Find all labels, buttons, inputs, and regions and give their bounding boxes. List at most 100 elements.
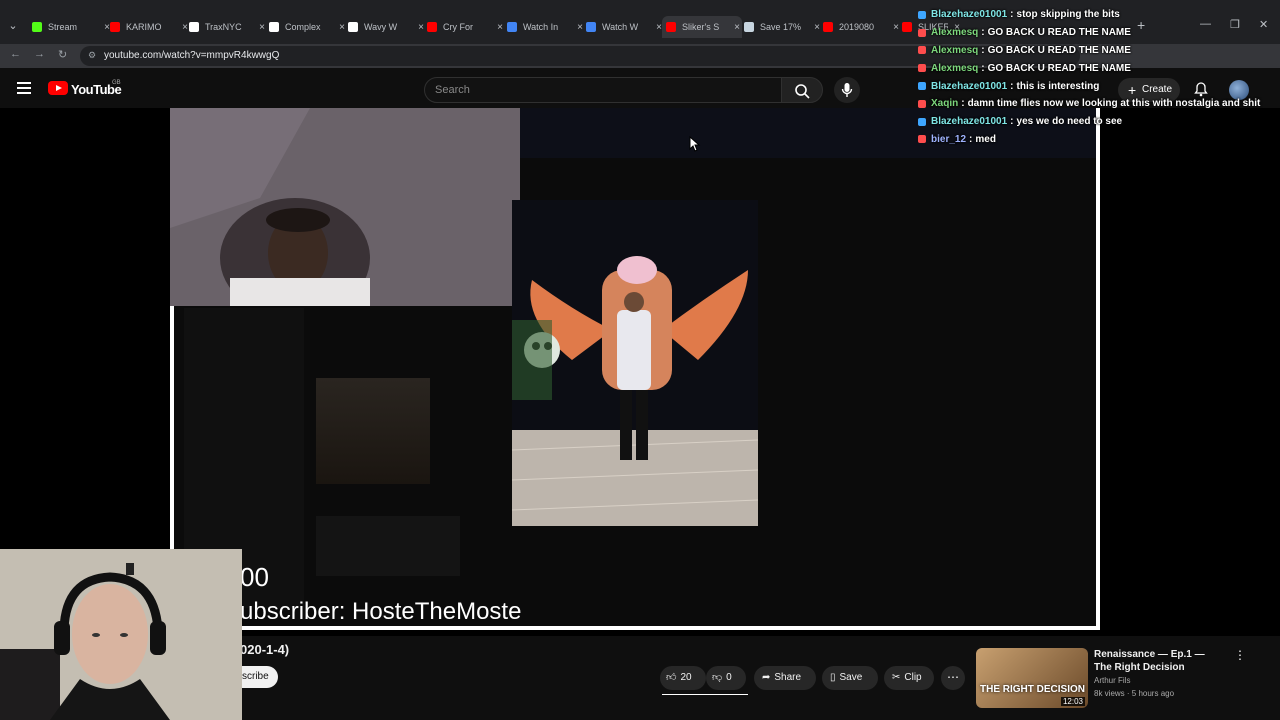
share-button[interactable]: ➦ Share xyxy=(754,666,816,690)
chat-message: Blazehaze01001: yes we do need to see xyxy=(918,113,1280,131)
tab-title: Stream xyxy=(48,22,78,32)
video-overlay-subscriber: ubscriber: HosteTheMoste xyxy=(240,598,522,625)
thumbnail-text: THE RIGHT DECISION xyxy=(980,684,1086,695)
chat-badge-icon xyxy=(918,135,926,144)
tab-title: Save 17% xyxy=(760,22,802,32)
chat-separator: : xyxy=(1010,80,1014,92)
site-info-icon[interactable]: ⚙ xyxy=(88,50,96,61)
chat-message: Blazehaze01001: this is interesting xyxy=(918,77,1280,95)
dislike-button[interactable]: 👎︎ 0 xyxy=(706,666,746,690)
chat-message: Alexmesq: GO BACK U READ THE NAME xyxy=(918,42,1280,60)
share-label: Share xyxy=(774,672,802,683)
youtube-icon xyxy=(110,22,120,32)
back-icon[interactable]: ← xyxy=(10,48,21,60)
scissors-icon: ✂ xyxy=(892,672,901,683)
browser-tab[interactable]: KARIMO × xyxy=(110,17,190,37)
recommended-video-thumbnail[interactable]: THE RIGHT DECISION 12:03 xyxy=(976,648,1088,708)
browser-tab[interactable]: Save 17% × xyxy=(744,17,822,37)
close-tab-icon[interactable]: × xyxy=(891,22,901,33)
close-tab-icon[interactable]: × xyxy=(257,22,267,33)
tab-title: Complex xyxy=(285,22,321,32)
recommended-channel[interactable]: Arthur Fils xyxy=(1094,676,1130,685)
clip-button[interactable]: ✂ Clip xyxy=(884,666,934,690)
browser-tab[interactable]: Complex × xyxy=(269,17,347,37)
close-tab-icon[interactable]: × xyxy=(337,22,347,33)
tab-title: Watch In xyxy=(523,22,559,32)
save-button[interactable]: ▯ Save xyxy=(822,666,878,690)
browser-tab[interactable]: Sliker's S × xyxy=(662,16,742,38)
chat-text: damn time flies now we looking at this w… xyxy=(967,98,1261,110)
tab-title: KARIMO xyxy=(126,22,162,32)
browser-tab[interactable]: Cry For × xyxy=(427,17,505,37)
forward-icon[interactable]: → xyxy=(34,48,45,60)
tab-title: Wavy W xyxy=(364,22,398,32)
tab-search-icon[interactable]: ⌄ xyxy=(4,17,22,35)
streamer-camera-feed xyxy=(170,108,520,306)
chat-badge-icon xyxy=(918,82,926,91)
like-button[interactable]: 👍︎ 20 xyxy=(660,666,706,690)
voice-search-button[interactable] xyxy=(834,77,860,103)
chat-message: Xaqin: damn time flies now we looking at … xyxy=(918,95,1280,113)
youtube-icon xyxy=(666,22,676,32)
chat-separator: : xyxy=(981,62,985,74)
browser-tab[interactable]: Watch W × xyxy=(586,17,664,37)
chat-text: GO BACK U READ THE NAME xyxy=(987,27,1131,39)
chat-text: stop skipping the bits xyxy=(1016,9,1120,21)
video-title: 020-1-4) xyxy=(240,642,290,657)
screen-thumbnail xyxy=(316,516,460,576)
chat-message: Blazehaze01001: stop skipping the bits xyxy=(918,6,1280,24)
chat-username: bier_12 xyxy=(931,133,967,145)
close-tab-icon[interactable]: × xyxy=(575,22,585,33)
chat-username: Blazehaze01001 xyxy=(931,9,1008,21)
youtube-icon xyxy=(823,22,833,32)
thumbs-down-icon: 👎︎ xyxy=(712,672,723,683)
browser-tab[interactable]: Watch In × xyxy=(507,17,585,37)
video-duration: 12:03 xyxy=(1060,697,1085,706)
menu-icon[interactable] xyxy=(17,82,31,97)
like-count: 20 xyxy=(680,672,692,683)
kick-icon xyxy=(32,22,42,32)
tab-title: 2019080 xyxy=(839,22,875,32)
steam-icon xyxy=(744,22,754,32)
youtube-logo-icon[interactable] xyxy=(48,81,68,95)
microphone-icon xyxy=(841,83,853,97)
browser-tab[interactable]: Stream × xyxy=(32,17,112,37)
region-code: GB xyxy=(112,80,121,86)
chat-text: this is interesting xyxy=(1016,80,1100,92)
close-tab-icon[interactable]: × xyxy=(416,22,426,33)
reload-icon[interactable]: ↻ xyxy=(58,48,67,61)
tab-title: Sliker's S xyxy=(682,22,720,32)
close-tab-icon[interactable]: × xyxy=(495,22,505,33)
chat-separator: : xyxy=(981,44,985,56)
recommended-video-title[interactable]: Renaissance — Ep.1 — The Right Decision xyxy=(1094,648,1224,674)
browser-tab[interactable]: TraxNYC × xyxy=(189,17,267,37)
save-label: Save xyxy=(839,672,863,683)
chat-separator: : xyxy=(961,98,965,110)
tab-title: Cry For xyxy=(443,22,473,32)
browser-tab[interactable]: 2019080 × xyxy=(823,17,901,37)
tab-title: Watch W xyxy=(602,22,639,32)
recommended-meta: 8k views · 5 hours ago xyxy=(1094,689,1175,698)
share-icon: ➦ xyxy=(762,672,771,683)
bookmark-icon: ▯ xyxy=(830,672,836,683)
kebab-menu-icon[interactable]: ⋮ xyxy=(1234,648,1246,662)
youtube-icon xyxy=(902,22,912,32)
search-icon xyxy=(795,84,810,99)
video-overlay-text: 00 xyxy=(240,562,269,592)
close-tab-icon[interactable]: × xyxy=(812,22,822,33)
screen-thumbnail xyxy=(316,378,430,484)
globe-icon xyxy=(586,22,596,32)
search-button[interactable] xyxy=(781,77,823,103)
more-actions-icon[interactable]: ⋯ xyxy=(941,666,965,690)
close-tab-icon[interactable]: × xyxy=(732,22,742,33)
chat-badge-icon xyxy=(918,10,926,19)
browser-tab[interactable]: Wavy W × xyxy=(348,17,426,37)
video-photo-image xyxy=(512,200,758,526)
search-input[interactable]: Search xyxy=(424,77,782,103)
chat-badge-icon xyxy=(918,117,926,126)
x-icon xyxy=(348,22,358,32)
chat-badge-icon xyxy=(918,28,926,37)
chat-username: Alexmesq xyxy=(931,62,979,74)
chat-badge-icon xyxy=(918,64,926,73)
chat-separator: : xyxy=(1010,9,1014,21)
